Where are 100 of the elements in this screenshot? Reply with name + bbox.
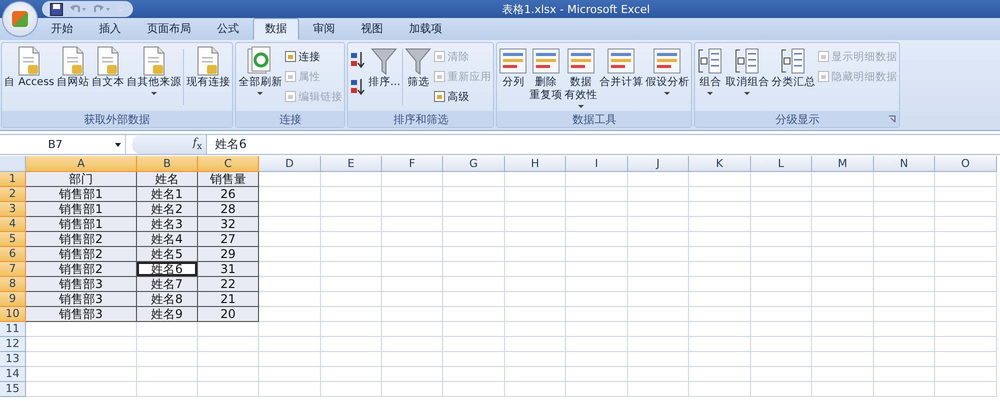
grid-cell[interactable] (321, 247, 382, 262)
undo-icon[interactable] (69, 3, 87, 15)
grid-cell[interactable] (26, 322, 137, 337)
ribbon-tab[interactable]: 开始 (39, 18, 85, 40)
table-cell[interactable]: 销售部3 (26, 307, 137, 322)
grid-cell[interactable] (382, 352, 443, 367)
grid-cell[interactable] (628, 292, 689, 307)
grid-cell[interactable] (751, 352, 812, 367)
ribbon-button[interactable]: 删除 重复项 (528, 45, 564, 109)
grid-cell[interactable] (321, 262, 382, 277)
save-icon[interactable] (50, 2, 63, 16)
grid-cell[interactable] (505, 232, 566, 247)
grid-cell[interactable] (812, 277, 874, 292)
grid-cell[interactable] (689, 217, 751, 232)
grid-cell[interactable] (382, 217, 443, 232)
table-cell[interactable]: 22 (198, 277, 259, 292)
grid-cell[interactable] (259, 217, 321, 232)
grid-cell[interactable] (505, 382, 566, 397)
grid-cell[interactable] (689, 367, 751, 382)
grid-cell[interactable] (443, 292, 505, 307)
column-header[interactable]: A (26, 156, 137, 172)
function-button[interactable]: f$_{x}$ (192, 136, 202, 153)
grid-cell[interactable] (812, 202, 874, 217)
grid-cell[interactable] (382, 292, 443, 307)
grid-cell[interactable] (321, 292, 382, 307)
ribbon-button[interactable]: 分列 (498, 45, 528, 109)
grid-cell[interactable] (443, 232, 505, 247)
grid-cell[interactable] (443, 262, 505, 277)
table-cell[interactable]: 姓名 (137, 172, 198, 187)
grid-cell[interactable] (505, 262, 566, 277)
grid-cell[interactable] (935, 172, 997, 187)
grid-cell[interactable] (505, 202, 566, 217)
grid-cell[interactable] (382, 307, 443, 322)
grid-cell[interactable] (259, 307, 321, 322)
column-header[interactable]: M (812, 156, 874, 172)
grid-cell[interactable] (874, 202, 935, 217)
table-cell[interactable]: 姓名2 (137, 202, 198, 217)
grid-cell[interactable] (874, 172, 935, 187)
grid-cell[interactable] (566, 232, 628, 247)
column-header[interactable]: E (321, 156, 382, 172)
grid-cell[interactable] (505, 292, 566, 307)
grid-cell[interactable] (874, 382, 935, 397)
row-header[interactable]: 5 (0, 232, 26, 247)
table-cell[interactable]: 销售部2 (26, 247, 137, 262)
ribbon-tab[interactable]: 审阅 (301, 18, 347, 40)
grid-cell[interactable] (812, 322, 874, 337)
row-header[interactable]: 11 (0, 322, 26, 337)
grid-cell[interactable] (443, 187, 505, 202)
ribbon-button[interactable]: 合并计算 (598, 45, 644, 109)
grid-cell[interactable] (382, 247, 443, 262)
grid-cell[interactable] (321, 202, 382, 217)
grid-cell[interactable] (935, 322, 997, 337)
table-cell[interactable]: 32 (198, 217, 259, 232)
grid-cell[interactable] (259, 352, 321, 367)
table-cell[interactable]: 26 (198, 187, 259, 202)
grid-cell[interactable] (935, 217, 997, 232)
grid-cell[interactable] (259, 262, 321, 277)
table-cell[interactable]: 销售部1 (26, 187, 137, 202)
grid-cell[interactable] (443, 217, 505, 232)
column-header[interactable]: O (935, 156, 997, 172)
grid-cell[interactable] (137, 337, 198, 352)
grid-cell[interactable] (689, 247, 751, 262)
grid-cell[interactable] (566, 337, 628, 352)
grid-cell[interactable] (443, 322, 505, 337)
grid-cell[interactable] (751, 202, 812, 217)
table-cell[interactable]: 部门 (26, 172, 137, 187)
grid-cell[interactable] (628, 202, 689, 217)
table-cell[interactable]: 姓名1 (137, 187, 198, 202)
grid-cell[interactable] (751, 307, 812, 322)
grid-cell[interactable] (259, 292, 321, 307)
ribbon-button[interactable]: 组合 (696, 45, 724, 109)
grid-cell[interactable] (874, 292, 935, 307)
grid-cell[interactable] (812, 382, 874, 397)
column-header[interactable]: C (198, 156, 259, 172)
grid-cell[interactable] (382, 277, 443, 292)
grid-cell[interactable] (751, 172, 812, 187)
grid-cell[interactable] (321, 217, 382, 232)
grid-cell[interactable] (935, 202, 997, 217)
grid-cell[interactable] (505, 367, 566, 382)
office-button[interactable] (2, 1, 38, 37)
ribbon-tab[interactable]: 加载项 (397, 18, 454, 40)
grid-cell[interactable] (812, 247, 874, 262)
table-cell[interactable]: 27 (198, 232, 259, 247)
grid-cell[interactable] (321, 172, 382, 187)
ribbon-button[interactable]: 数据 有效性 (563, 45, 598, 109)
ribbon-tab[interactable]: 插入 (87, 18, 133, 40)
grid-cell[interactable] (812, 367, 874, 382)
grid-cell[interactable] (628, 322, 689, 337)
table-cell[interactable]: 销售部3 (26, 277, 137, 292)
grid-cell[interactable] (689, 382, 751, 397)
grid-cell[interactable] (566, 172, 628, 187)
column-header[interactable]: L (751, 156, 812, 172)
grid-cell[interactable] (689, 322, 751, 337)
column-header[interactable]: N (874, 156, 935, 172)
grid-cell[interactable] (812, 262, 874, 277)
grid-cell[interactable] (751, 277, 812, 292)
grid-cell[interactable] (137, 352, 198, 367)
table-cell[interactable]: 姓名9 (137, 307, 198, 322)
grid-cell[interactable] (935, 292, 997, 307)
grid-cell[interactable] (259, 322, 321, 337)
